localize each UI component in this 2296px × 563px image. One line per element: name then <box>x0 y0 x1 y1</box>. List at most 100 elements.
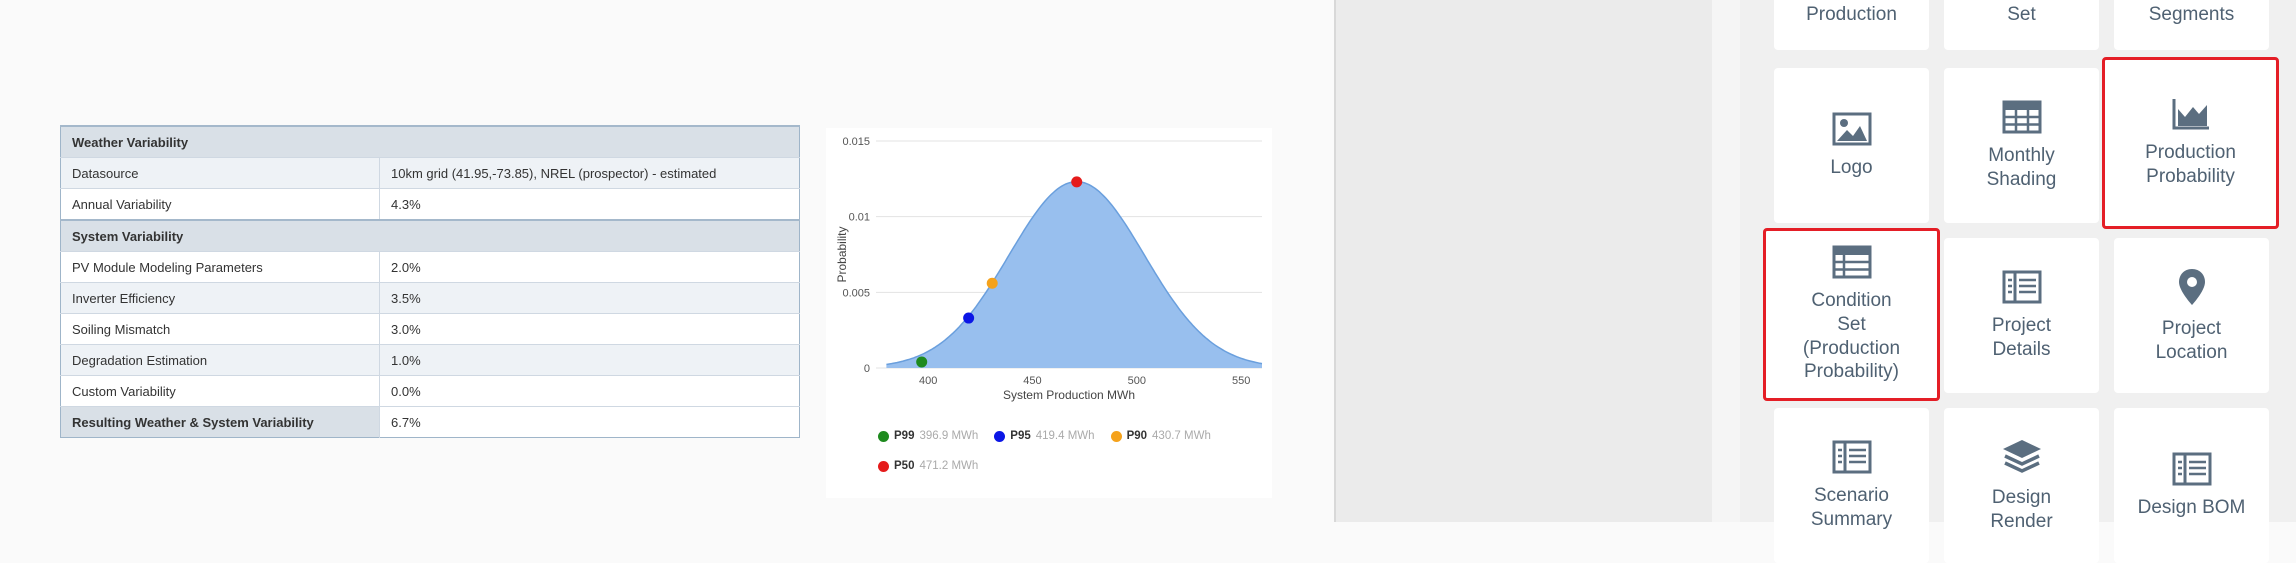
image-icon <box>1832 112 1871 146</box>
legend-label: P50 <box>894 460 915 472</box>
row-value: 4.3% <box>379 188 800 220</box>
layers-icon <box>2002 439 2041 473</box>
row-label: Annual Variability <box>60 188 380 220</box>
probability-chart: 0 0.005 0.01 0.015 400 450 500 550 System Produc… <box>826 128 1272 498</box>
row-label: Soiling Mismatch <box>60 313 380 345</box>
tile-label: Condition Set (Production Probability) <box>1802 290 1901 383</box>
row-label: Custom Variability <box>60 375 380 407</box>
tile-label: Production <box>1806 4 1897 26</box>
y-tick-label: 0.01 <box>849 212 870 224</box>
widget-tile-monthly-shading[interactable]: Monthly Shading <box>1944 68 2099 223</box>
chart-legend: P99 396.9 MWh P95 419.4 MWh P90 430.7 MW… <box>878 430 1211 442</box>
report-preview: Weather Variability Datasource 10km grid… <box>0 0 1334 522</box>
widget-tile-project-location[interactable]: Project Location <box>2114 238 2269 393</box>
section-heading: Weather Variability <box>60 125 800 158</box>
sidebar-edge <box>1712 0 1740 522</box>
table-row: Datasource 10km grid (41.95,-73.85), NRE… <box>60 157 800 189</box>
table-row: Annual Variability 4.3% <box>60 188 800 220</box>
widget-panel: Production Set Segments Logo Monthly Shad… <box>1740 0 2296 563</box>
tile-label: Production Probability <box>2145 142 2236 187</box>
x-tick-label: 550 <box>1232 375 1250 387</box>
x-tick-label: 400 <box>919 375 937 387</box>
chart-canvas: 0 0.005 0.01 0.015 400 450 500 550 System Produc… <box>835 136 1263 402</box>
legend-value: 396.9 MWh <box>919 430 979 442</box>
table-row: Resulting Weather & System Variability 6… <box>60 406 800 438</box>
tile-label: Segments <box>2148 4 2235 26</box>
legend-marker <box>878 460 889 472</box>
distribution-area <box>886 181 1262 368</box>
y-tick-label: 0 <box>864 363 870 375</box>
x-tick-label: 500 <box>1128 375 1146 387</box>
legend-item[interactable]: P90 430.7 MWh <box>1110 430 1211 442</box>
table-row: Custom Variability 0.0% <box>60 375 800 407</box>
legend-value: 419.4 MWh <box>1035 430 1095 442</box>
widget-tile-segments[interactable]: Segments <box>2114 0 2269 50</box>
row-label: PV Module Modeling Parameters <box>60 251 380 283</box>
data-point-p99 <box>916 356 928 368</box>
row-label: Datasource <box>60 157 380 189</box>
table-row: Inverter Efficiency 3.5% <box>60 282 800 314</box>
legend-item[interactable]: P99 396.9 MWh <box>878 430 978 442</box>
table-row: Soiling Mismatch 3.0% <box>60 313 800 345</box>
widget-tile-production-probability[interactable]: Production Probability <box>2102 57 2279 229</box>
legend-marker <box>1110 430 1122 442</box>
section-heading: System Variability <box>60 219 800 252</box>
list-table-icon <box>2172 452 2211 486</box>
legend-item[interactable]: P50 471.2 MWh <box>878 460 978 472</box>
legend-label: P95 <box>1010 430 1031 442</box>
widget-tile-set[interactable]: Set <box>1944 0 2099 50</box>
table-row: Degradation Estimation 1.0% <box>60 344 800 376</box>
row-label: Degradation Estimation <box>60 344 380 376</box>
variability-table: Weather Variability Datasource 10km grid… <box>60 125 800 438</box>
list-table-icon <box>1832 440 1871 474</box>
tile-label: Monthly Shading <box>1986 144 2057 190</box>
x-tick-label: 450 <box>1023 375 1041 387</box>
map-pin-icon <box>2178 268 2205 305</box>
tile-label: Design BOM <box>2137 496 2246 518</box>
data-point-p90 <box>986 277 998 289</box>
widget-tile-scenario-summary[interactable]: Scenario Summary <box>1774 408 1929 563</box>
tile-label: Project Details <box>1991 314 2052 360</box>
tile-label: Set <box>2007 4 2036 26</box>
legend-label: P99 <box>894 430 915 442</box>
row-value: 10km grid (41.95,-73.85), NREL (prospect… <box>379 157 800 189</box>
chart-legend: P50 471.2 MWh <box>878 460 978 472</box>
widget-tile-logo[interactable]: Logo <box>1774 68 1929 223</box>
y-axis-title: Probability <box>835 226 849 282</box>
tile-label: Project Location <box>2155 317 2228 363</box>
widget-tile-condition-set-production-probability[interactable]: Condition Set (Production Probability) <box>1763 228 1940 401</box>
table-icon <box>1832 245 1871 279</box>
legend-label: P90 <box>1126 430 1148 442</box>
row-label: Resulting Weather & System Variability <box>60 406 380 438</box>
tile-label: Design Render <box>1990 486 2053 532</box>
table-row: PV Module Modeling Parameters 2.0% <box>60 251 800 283</box>
tile-label: Scenario Summary <box>1810 484 1893 530</box>
row-value: 3.0% <box>379 313 800 345</box>
widget-tile-design-bom[interactable]: Design BOM <box>2114 408 2269 563</box>
row-value: 0.0% <box>379 375 800 407</box>
row-value: 1.0% <box>379 344 800 376</box>
table-icon <box>2002 100 2041 134</box>
legend-marker <box>878 430 889 442</box>
area-chart-icon <box>2172 99 2209 130</box>
table-row: System Variability <box>60 219 800 252</box>
table-row: Weather Variability <box>60 125 800 158</box>
tile-label: Logo <box>1830 156 1873 178</box>
data-point-p95 <box>963 312 975 324</box>
list-table-icon <box>2002 270 2041 304</box>
legend-value: 430.7 MWh <box>1152 430 1211 442</box>
widget-tile-production[interactable]: Production <box>1774 0 1929 50</box>
widget-tile-design-render[interactable]: Design Render <box>1944 408 2099 563</box>
legend-value: 471.2 MWh <box>919 460 979 472</box>
x-axis-title: System Production MWh <box>1003 388 1135 402</box>
widget-tile-project-details[interactable]: Project Details <box>1944 238 2099 393</box>
row-value: 2.0% <box>379 251 800 283</box>
legend-item[interactable]: P95 419.4 MWh <box>994 430 1095 442</box>
row-label: Inverter Efficiency <box>60 282 380 314</box>
data-point-p50 <box>1071 176 1083 188</box>
row-value: 6.7% <box>379 406 800 438</box>
row-value: 3.5% <box>379 282 800 314</box>
y-tick-label: 0.015 <box>842 136 870 148</box>
y-tick-label: 0.005 <box>842 287 870 299</box>
legend-marker <box>994 430 1006 442</box>
